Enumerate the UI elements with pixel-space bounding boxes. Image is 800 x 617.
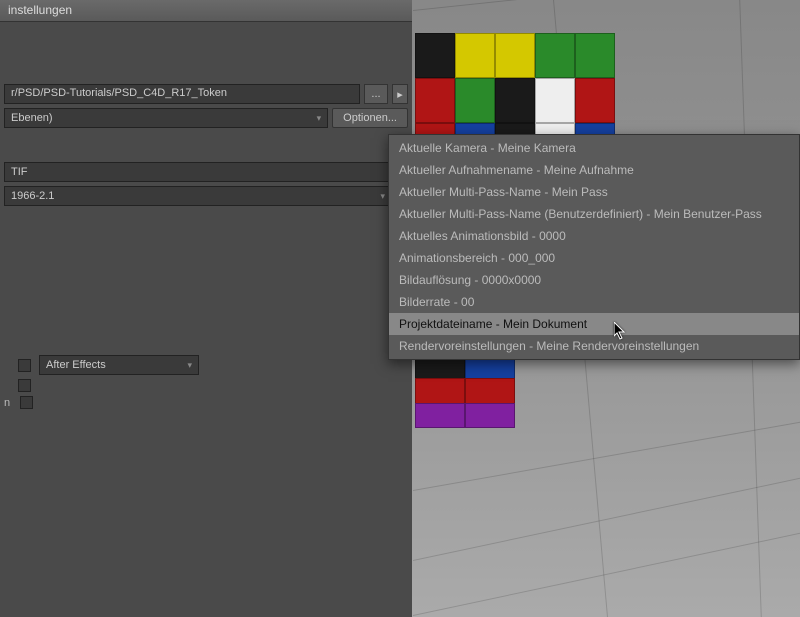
- menu-item-4[interactable]: Aktuelles Animationsbild - 0000: [389, 225, 799, 247]
- token-context-menu: Aktuelle Kamera - Meine KameraAktueller …: [388, 134, 800, 360]
- checkbox-2[interactable]: [18, 379, 31, 392]
- colorspace-dropdown[interactable]: 1966-2.1: [4, 186, 392, 206]
- panel-title: instellungen: [8, 3, 72, 17]
- panel-titlebar[interactable]: instellungen: [0, 0, 412, 22]
- menu-item-2[interactable]: Aktueller Multi-Pass-Name - Mein Pass: [389, 181, 799, 203]
- checkbox-3[interactable]: [20, 396, 33, 409]
- menu-item-1[interactable]: Aktueller Aufnahmename - Meine Aufnahme: [389, 159, 799, 181]
- row-label-n: n: [4, 397, 10, 409]
- format-dropdown[interactable]: TIF: [4, 162, 408, 182]
- menu-item-8[interactable]: Projektdateiname - Mein Dokument: [389, 313, 799, 335]
- menu-item-6[interactable]: Bildauflösung - 0000x0000: [389, 269, 799, 291]
- menu-item-3[interactable]: Aktueller Multi-Pass-Name (Benutzerdefin…: [389, 203, 799, 225]
- menu-item-7[interactable]: Bilderrate - 00: [389, 291, 799, 313]
- menu-item-5[interactable]: Animationsbereich - 000_000: [389, 247, 799, 269]
- options-button[interactable]: Optionen...: [332, 108, 408, 128]
- layers-dropdown[interactable]: Ebenen): [4, 108, 328, 128]
- browse-button[interactable]: ...: [364, 84, 388, 104]
- menu-item-0[interactable]: Aktuelle Kamera - Meine Kamera: [389, 137, 799, 159]
- menu-item-9[interactable]: Rendervoreinstellungen - Meine Rendervor…: [389, 335, 799, 357]
- render-settings-panel: instellungen r/PSD/PSD-Tutorials/PSD_C4D…: [0, 0, 412, 617]
- output-path-input[interactable]: r/PSD/PSD-Tutorials/PSD_C4D_R17_Token: [4, 84, 360, 104]
- compositing-dropdown[interactable]: After Effects: [39, 355, 199, 375]
- token-menu-button[interactable]: ▸: [392, 84, 408, 104]
- checkbox-1[interactable]: [18, 359, 31, 372]
